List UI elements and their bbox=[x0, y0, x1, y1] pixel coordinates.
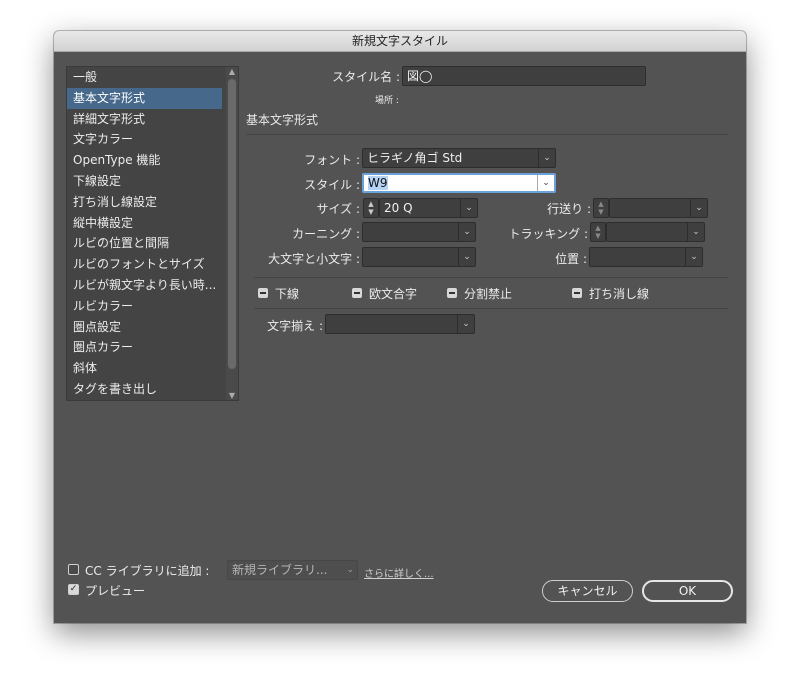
toggles-divider-top bbox=[254, 277, 728, 278]
chevron-down-icon: ⌄ bbox=[687, 223, 704, 241]
preview-checkbox[interactable]: ✓ bbox=[68, 584, 79, 595]
library-value: 新規ライブラリ... bbox=[232, 563, 328, 577]
chevron-down-icon: ⌄ bbox=[460, 199, 477, 217]
category-item[interactable]: 圏点カラー bbox=[67, 337, 222, 358]
strikethrough-checkbox[interactable] bbox=[572, 288, 582, 298]
leading-dropdown[interactable]: ⌄ bbox=[609, 198, 708, 218]
font-value: ヒラギノ角ゴ Std bbox=[367, 151, 463, 165]
underline-label: 下線 bbox=[275, 287, 300, 301]
location-label: 場所 : bbox=[375, 96, 399, 106]
leading-label: 行送り : bbox=[547, 202, 591, 216]
category-item[interactable]: 詳細文字形式 bbox=[67, 109, 222, 130]
chevron-down-icon: ⌄ bbox=[538, 149, 555, 167]
section-title: 基本文字形式 bbox=[246, 113, 319, 127]
category-item[interactable]: ルビカラー bbox=[67, 296, 222, 317]
style-dropdown[interactable]: W9 ⌄ bbox=[362, 173, 556, 193]
tracking-label: トラッキング : bbox=[508, 227, 589, 241]
size-value: 20 Q bbox=[384, 201, 413, 215]
library-dropdown[interactable]: 新規ライブラリ... ⌄ bbox=[227, 560, 358, 580]
category-item[interactable]: OpenType 機能 bbox=[67, 150, 222, 171]
ligature-checkbox[interactable] bbox=[352, 288, 362, 298]
ok-button[interactable]: OK bbox=[642, 580, 733, 602]
category-item[interactable]: 斜体 bbox=[67, 358, 222, 379]
position-label: 位置 : bbox=[555, 252, 587, 266]
category-item[interactable]: ルビが親文字より長い時... bbox=[67, 275, 222, 296]
style-value: W9 bbox=[368, 176, 388, 190]
category-item[interactable]: 打ち消し線設定 bbox=[67, 192, 222, 213]
dialog-window: 新規文字スタイル 一般 基本文字形式 詳細文字形式 文字カラー OpenType 機能下… bbox=[54, 31, 746, 623]
scrollbar-thumb[interactable] bbox=[228, 79, 236, 369]
style-name-input[interactable]: 図◯ bbox=[402, 66, 646, 86]
category-list[interactable]: 一般 基本文字形式 詳細文字形式 文字カラー OpenType 機能 下線設定 打ち消し線設… bbox=[66, 66, 239, 401]
checkmark-icon: ✓ bbox=[69, 584, 78, 594]
size-stepper-icon[interactable]: ▲ ▼ bbox=[363, 198, 379, 218]
chevron-down-icon: ⌄ bbox=[457, 315, 474, 333]
chevron-down-icon: ⌄ bbox=[458, 248, 475, 266]
ligature-label: 欧文合字 bbox=[369, 287, 418, 301]
underline-checkbox[interactable] bbox=[258, 288, 268, 298]
cancel-button[interactable]: キャンセル bbox=[542, 580, 633, 602]
size-label: サイズ : bbox=[316, 202, 361, 216]
style-name-label: スタイル名 : bbox=[332, 70, 400, 84]
size-dropdown[interactable]: 20 Q ⌄ bbox=[379, 198, 478, 218]
font-label: フォント : bbox=[304, 153, 360, 167]
scroll-down-icon[interactable]: ▼ bbox=[228, 391, 236, 400]
case-dropdown[interactable]: ⌄ bbox=[362, 247, 476, 267]
tracking-stepper-icon[interactable]: ▲ ▼ bbox=[590, 222, 606, 242]
alignment-dropdown[interactable]: ⌄ bbox=[325, 314, 475, 334]
no-break-label: 分割禁止 bbox=[464, 287, 513, 301]
category-item[interactable]: 基本文字形式 bbox=[67, 87, 222, 109]
chevron-down-icon: ⌄ bbox=[690, 199, 707, 217]
style-label: スタイル : bbox=[304, 178, 360, 192]
alignment-label: 文字揃え : bbox=[267, 319, 323, 333]
no-break-checkbox[interactable] bbox=[447, 288, 457, 298]
category-item[interactable]: 一般 bbox=[67, 67, 222, 88]
chevron-down-icon: ⌄ bbox=[537, 175, 554, 191]
tracking-dropdown[interactable]: ⌄ bbox=[606, 222, 705, 242]
category-item[interactable]: 下線設定 bbox=[67, 171, 222, 192]
leading-stepper-icon[interactable]: ▲ ▼ bbox=[593, 198, 609, 218]
category-item[interactable]: ルビの位置と間隔 bbox=[67, 233, 222, 254]
kerning-dropdown[interactable]: ⌄ bbox=[362, 222, 476, 242]
cc-library-label: CC ライブラリに追加 : bbox=[85, 564, 210, 578]
scroll-up-icon[interactable]: ▲ bbox=[228, 67, 236, 76]
preview-label: プレビュー bbox=[85, 584, 146, 598]
category-item[interactable]: 縦中横設定 bbox=[67, 213, 222, 234]
toggles-divider-bottom bbox=[254, 308, 728, 309]
dialog-title: 新規文字スタイル bbox=[54, 31, 746, 52]
font-dropdown[interactable]: ヒラギノ角ゴ Std ⌄ bbox=[362, 148, 556, 168]
kerning-label: カーニング : bbox=[292, 227, 360, 241]
category-item[interactable]: 圏点設定 bbox=[67, 317, 222, 338]
section-divider bbox=[246, 134, 728, 135]
category-item[interactable]: ルビのフォントとサイズ bbox=[67, 254, 222, 275]
case-label: 大文字と小文字 : bbox=[268, 252, 360, 266]
category-item[interactable]: 文字カラー bbox=[67, 129, 222, 150]
chevron-down-icon: ⌄ bbox=[458, 223, 475, 241]
cc-library-checkbox[interactable] bbox=[68, 564, 79, 575]
category-item[interactable]: タグを書き出し bbox=[67, 379, 222, 400]
chevron-down-icon: ⌄ bbox=[346, 565, 354, 575]
strikethrough-label: 打ち消し線 bbox=[589, 287, 650, 301]
category-scrollbar[interactable]: ▲ ▼ bbox=[226, 67, 238, 400]
position-dropdown[interactable]: ⌄ bbox=[589, 247, 703, 267]
learn-more-link[interactable]: さらに詳しく... bbox=[364, 565, 434, 580]
chevron-down-icon: ⌄ bbox=[685, 248, 702, 266]
